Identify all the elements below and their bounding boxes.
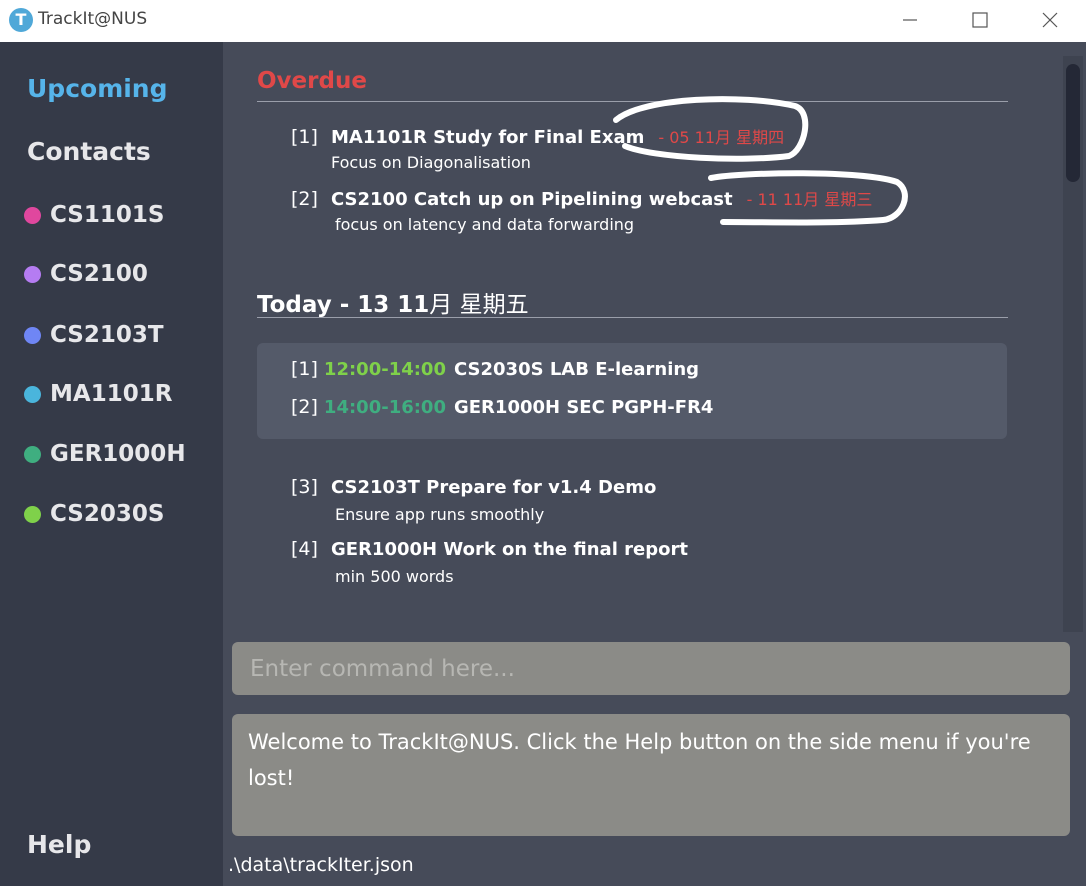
task-overdue-date: - 11 11月 星期三 [746, 190, 873, 209]
task-index: [4] [291, 538, 318, 560]
task-index: [3] [291, 476, 318, 498]
task-index: [1] [291, 126, 318, 148]
minimize-icon [903, 19, 917, 21]
task-title: MA1101R Study for Final Exam [331, 127, 645, 148]
module-label: CS2103T [50, 322, 164, 348]
module-label: CS2030S [50, 501, 165, 527]
app-logo-icon: T [9, 8, 33, 32]
task-description: focus on latency and data forwarding [335, 215, 635, 234]
task-description: Focus on Diagonalisation [331, 153, 531, 172]
scrollbar-thumb[interactable] [1066, 64, 1080, 182]
overdue-section-title: Overdue [257, 68, 367, 94]
today-title-prefix: Today - 13 11 [257, 292, 430, 318]
minimize-button[interactable] [876, 0, 944, 40]
today-divider [257, 317, 1008, 318]
task-item[interactable]: [1] MA1101R Study for Final Exam - 05 11月 … [291, 124, 784, 148]
maximize-button[interactable] [946, 0, 1014, 40]
sidebar-module-cs1101s[interactable]: CS1101S [24, 202, 164, 228]
task-item[interactable]: [3] CS2103T Prepare for v1.4 Demo [291, 476, 656, 498]
close-icon [1042, 12, 1058, 28]
lesson-text: CS2030S LAB E-learning [453, 359, 700, 380]
window-title-bar: T TrackIt@NUS [0, 0, 1086, 42]
overdue-divider [257, 101, 1008, 102]
sidebar-module-cs2103t[interactable]: CS2103T [24, 322, 164, 348]
maximize-icon [972, 12, 988, 28]
module-label: CS1101S [50, 202, 165, 228]
main-panel: Overdue [1] MA1101R Study for Final Exam -… [223, 42, 1086, 886]
task-title: CS2103T Prepare for v1.4 Demo [331, 477, 657, 498]
result-display: Welcome to TrackIt@NUS. Click the Help b… [232, 714, 1070, 836]
sidebar: Upcoming Contacts CS1101S CS2100 CS2103T… [0, 42, 223, 886]
window-title: TrackIt@NUS [38, 9, 148, 29]
lesson-time: 12:00-14:00 [323, 359, 446, 380]
today-title-date: 月 星期五 [429, 292, 529, 318]
module-color-dot [24, 445, 41, 463]
module-color-dot [24, 505, 41, 523]
close-button[interactable] [1016, 0, 1084, 40]
module-label: GER1000H [50, 441, 186, 467]
sidebar-item-upcoming[interactable]: Upcoming [27, 74, 168, 103]
status-bar-file-path: .\data\trackIter.json [228, 854, 414, 876]
sidebar-module-cs2030s[interactable]: CS2030S [24, 501, 164, 527]
sidebar-module-ger1000h[interactable]: GER1000H [24, 441, 186, 467]
task-index: [2] [291, 188, 318, 210]
task-description: min 500 words [335, 567, 454, 586]
module-color-dot [24, 265, 41, 283]
task-overdue-date: - 05 11月 星期四 [658, 128, 785, 147]
module-color-dot [24, 326, 41, 344]
vertical-scrollbar[interactable] [1063, 56, 1083, 632]
lesson-time: 14:00-16:00 [323, 397, 446, 418]
module-label: MA1101R [50, 381, 173, 407]
sidebar-item-contacts[interactable]: Contacts [27, 137, 151, 166]
lesson-item[interactable]: [2] 14:00-16:00 GER1000H SEC PGPH-FR4 [291, 396, 713, 418]
task-description: Ensure app runs smoothly [335, 505, 545, 524]
task-title: GER1000H Work on the final report [331, 539, 688, 560]
task-item[interactable]: [2] CS2100 Catch up on Pipelining webcast… [291, 186, 872, 210]
lesson-text: GER1000H SEC PGPH-FR4 [453, 397, 714, 418]
command-input[interactable] [232, 642, 1070, 695]
sidebar-item-help[interactable]: Help [27, 830, 91, 859]
lesson-index: [2] [291, 396, 318, 418]
module-color-dot [24, 385, 41, 403]
lesson-item[interactable]: [1] 12:00-14:00 CS2030S LAB E-learning [291, 358, 699, 380]
sidebar-module-cs2100[interactable]: CS2100 [24, 261, 148, 287]
module-color-dot [24, 206, 41, 224]
task-item[interactable]: [4] GER1000H Work on the final report [291, 538, 688, 560]
task-title: CS2100 Catch up on Pipelining webcast [331, 189, 733, 210]
upcoming-list: Overdue [1] MA1101R Study for Final Exam -… [223, 42, 1063, 632]
lesson-index: [1] [291, 358, 318, 380]
today-section-title: Today - 13 11月 星期五 [257, 285, 529, 319]
sidebar-module-ma1101r[interactable]: MA1101R [24, 381, 172, 407]
module-label: CS2100 [50, 261, 148, 287]
